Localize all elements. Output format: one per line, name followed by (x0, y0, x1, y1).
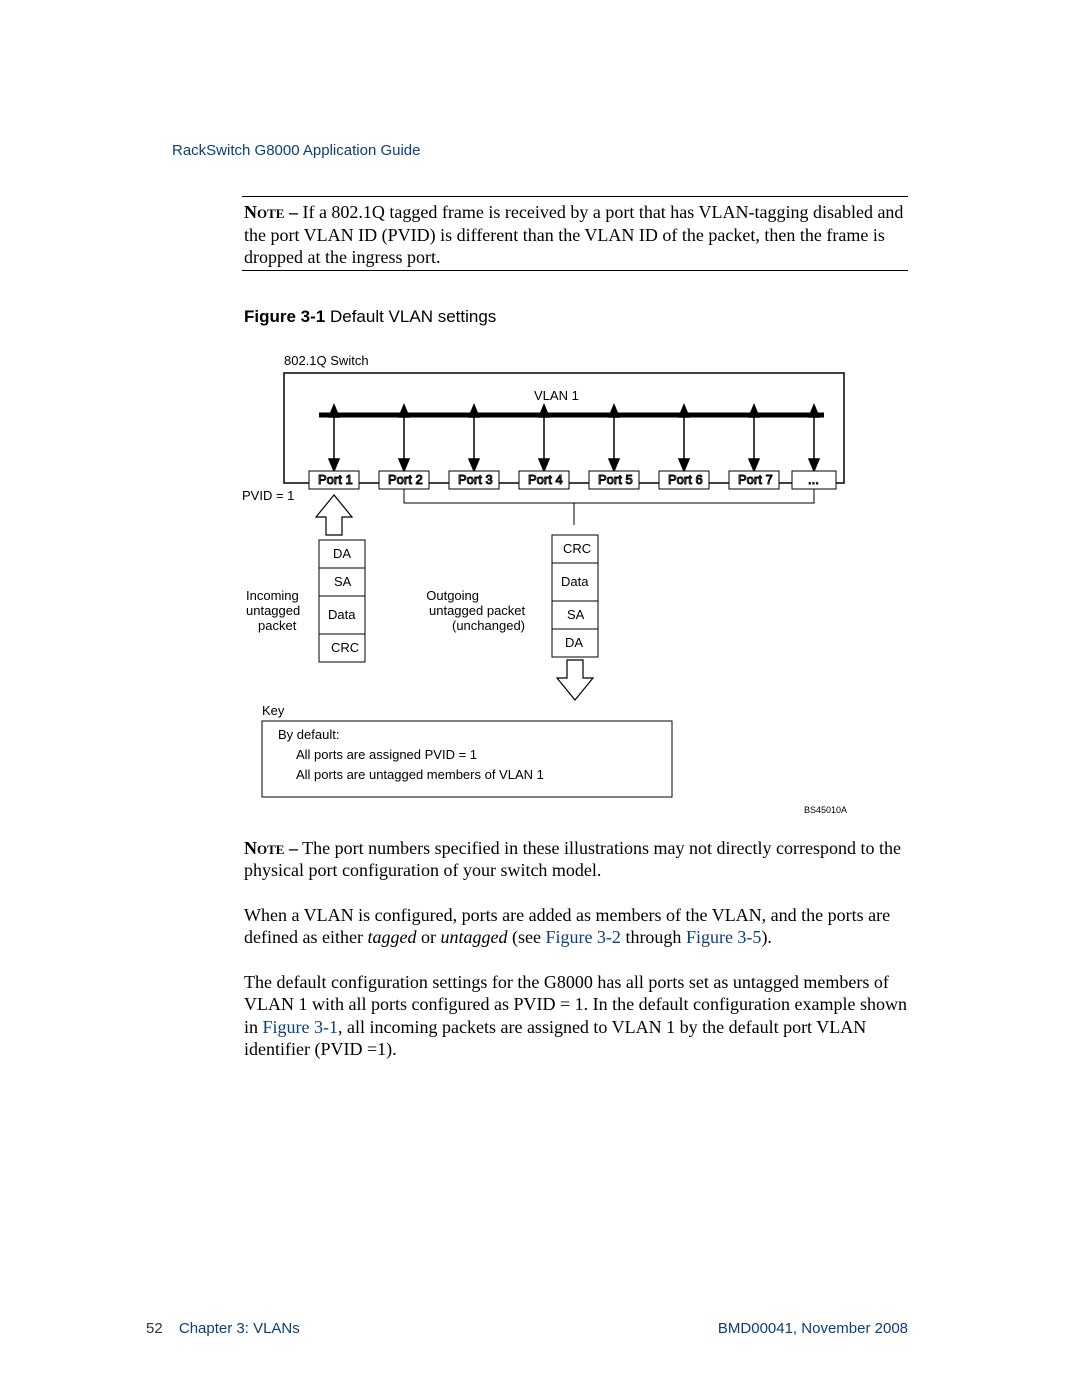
outgoing-label-1: Outgoing (426, 588, 479, 603)
port-label-ellipsis: ... (808, 472, 819, 487)
switch-label: 802.1Q Switch (284, 353, 369, 368)
note-text-1: If a 802.1Q tagged frame is received by … (244, 202, 903, 267)
svg-text:DA: DA (565, 635, 583, 650)
guide-header: RackSwitch G8000 Application Guide (172, 142, 910, 159)
arrow-8 (809, 405, 819, 471)
body-paragraph-1: When a VLAN is configured, ports are add… (244, 904, 910, 949)
arrow-6 (679, 405, 689, 471)
svg-text:Data: Data (328, 607, 356, 622)
arrow-1 (329, 405, 339, 471)
link-figure-3-2[interactable]: Figure 3-2 (545, 927, 621, 947)
pvid-label: PVID = 1 (242, 488, 294, 503)
figure-title: Default VLAN settings (325, 307, 496, 326)
link-figure-3-1[interactable]: Figure 3-1 (263, 1017, 339, 1037)
figure-number: Figure 3-1 (244, 307, 325, 326)
note-block-2: Note – The port numbers specified in the… (244, 837, 910, 882)
incoming-label-2: untagged (246, 603, 300, 618)
incoming-stack: DA SA Data CRC (319, 540, 365, 662)
port-label-4: Port 4 (528, 472, 563, 487)
svg-text:CRC: CRC (331, 640, 359, 655)
chapter-label: Chapter 3: VLANs (179, 1320, 300, 1337)
vlan-label: VLAN 1 (534, 388, 579, 403)
port-label-7: Port 7 (738, 472, 773, 487)
key-line-3: All ports are untagged members of VLAN 1 (296, 767, 544, 782)
key-line-2: All ports are assigned PVID = 1 (296, 747, 477, 762)
link-figure-3-5[interactable]: Figure 3-5 (686, 927, 762, 947)
incoming-label-3: packet (258, 618, 297, 633)
svg-text:SA: SA (567, 607, 585, 622)
port-label-6: Port 6 (668, 472, 703, 487)
incoming-label-1: Incoming (246, 588, 299, 603)
outgoing-label-2: untagged packet (429, 603, 526, 618)
arrow-2 (399, 405, 409, 471)
port-label-1: Port 1 (318, 472, 353, 487)
note-text-2: The port numbers specified in these illu… (244, 838, 901, 881)
key-title: Key (262, 703, 285, 718)
page-number: 52 (146, 1320, 163, 1337)
arrow-4 (539, 405, 549, 471)
figure-caption: Figure 3-1 Default VLAN settings (244, 307, 910, 327)
note-block-1: Note – If a 802.1Q tagged frame is recei… (244, 201, 910, 269)
up-arrow-icon (316, 495, 352, 535)
note-label-1: Note – (244, 202, 298, 222)
svg-text:SA: SA (334, 574, 352, 589)
diagram-id: BS45010A (804, 805, 847, 815)
page-footer: 52 Chapter 3: VLANs BMD00041, November 2… (146, 1320, 908, 1337)
svg-text:DA: DA (333, 546, 351, 561)
outgoing-label-3: (unchanged) (452, 618, 525, 633)
port-label-5: Port 5 (598, 472, 633, 487)
rule-after-note (242, 270, 908, 271)
port-label-2: Port 2 (388, 472, 423, 487)
svg-text:CRC: CRC (563, 541, 591, 556)
rule-top (242, 196, 908, 197)
down-arrow-icon (557, 660, 593, 700)
outgoing-stack: CRC Data SA DA (552, 535, 598, 657)
doc-id: BMD00041, November 2008 (718, 1320, 908, 1337)
key-line-1: By default: (278, 727, 339, 742)
port-label-3: Port 3 (458, 472, 493, 487)
body-paragraph-2: The default configuration settings for t… (244, 971, 910, 1061)
arrow-5 (609, 405, 619, 471)
arrow-7 (749, 405, 759, 471)
vlan-diagram: 802.1Q Switch VLAN 1 Port 1 Port 2 Port … (234, 345, 874, 825)
note-label-2: Note – (244, 838, 298, 858)
svg-text:Data: Data (561, 574, 589, 589)
arrow-3 (469, 405, 479, 471)
